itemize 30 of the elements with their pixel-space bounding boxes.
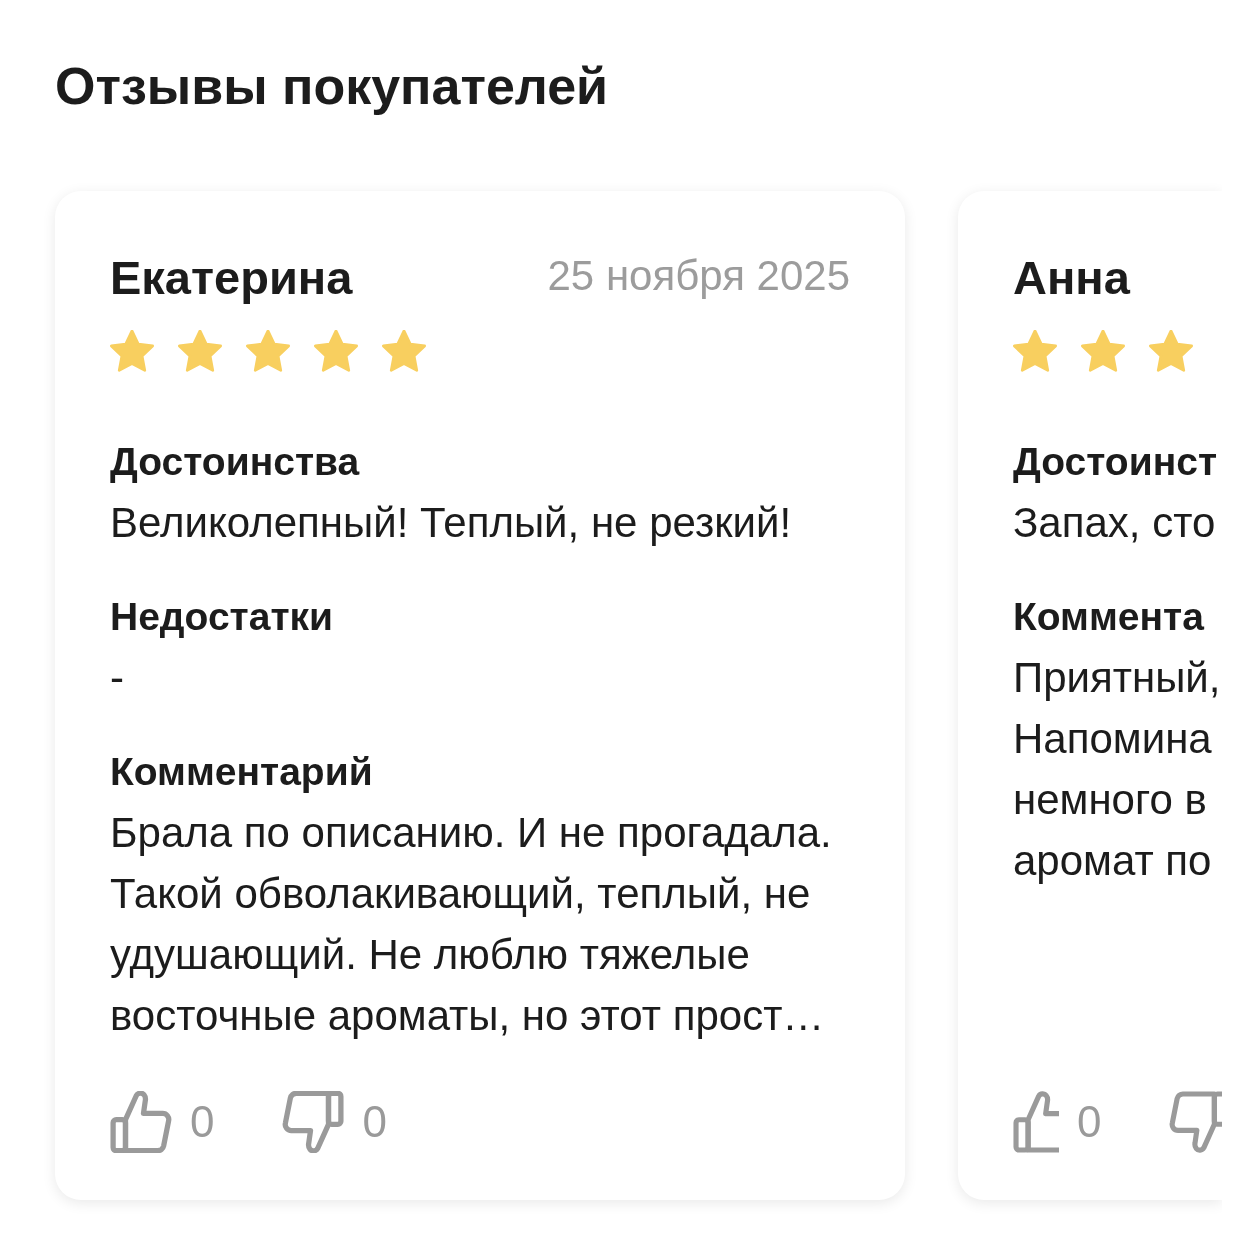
review-text: - <box>110 653 125 703</box>
star-icon <box>1149 330 1193 374</box>
thumbs-up-icon <box>110 1091 172 1153</box>
star-icon <box>246 330 290 374</box>
section-label: Достоинст <box>1013 439 1217 485</box>
thumbs-up-icon <box>1013 1091 1059 1153</box>
review-date: 25 ноября 2025 <box>547 253 850 299</box>
like-button[interactable]: 0 <box>110 1091 215 1153</box>
star-icon <box>314 330 358 374</box>
star-icon <box>110 330 154 374</box>
review-text: Брала по описанию. И не прогадала. Такой обволакивающий, теплый, не удушающий. Не люблю тяжелые восточные ароматы, но этот прост… <box>110 808 833 1041</box>
section-label: Коммента <box>1013 594 1204 640</box>
star-icon <box>1081 330 1125 374</box>
author-name: Анна <box>1013 253 1130 303</box>
star-icon <box>382 330 426 374</box>
review-text: Великолепный! Теплый, не резкий! <box>110 498 793 548</box>
review-text: Приятный, Напомина немного в аромат по <box>1013 653 1222 886</box>
author-name: Екатерина <box>110 253 353 303</box>
section-label: Комментарий <box>110 749 373 795</box>
page-title: Отзывы покупателей <box>55 56 609 116</box>
thumbs-down-icon <box>1169 1091 1222 1153</box>
star-icon <box>178 330 222 374</box>
dislike-button[interactable] <box>1169 1091 1222 1153</box>
star-icon <box>1013 330 1057 374</box>
like-button[interactable]: 0 <box>1013 1091 1102 1153</box>
review-text: Запах, сто <box>1013 498 1217 548</box>
thumbs-down-icon <box>282 1091 345 1153</box>
dislike-button[interactable]: 0 <box>282 1091 387 1153</box>
section-label: Недостатки <box>110 594 333 640</box>
section-label: Достоинства <box>110 439 360 485</box>
